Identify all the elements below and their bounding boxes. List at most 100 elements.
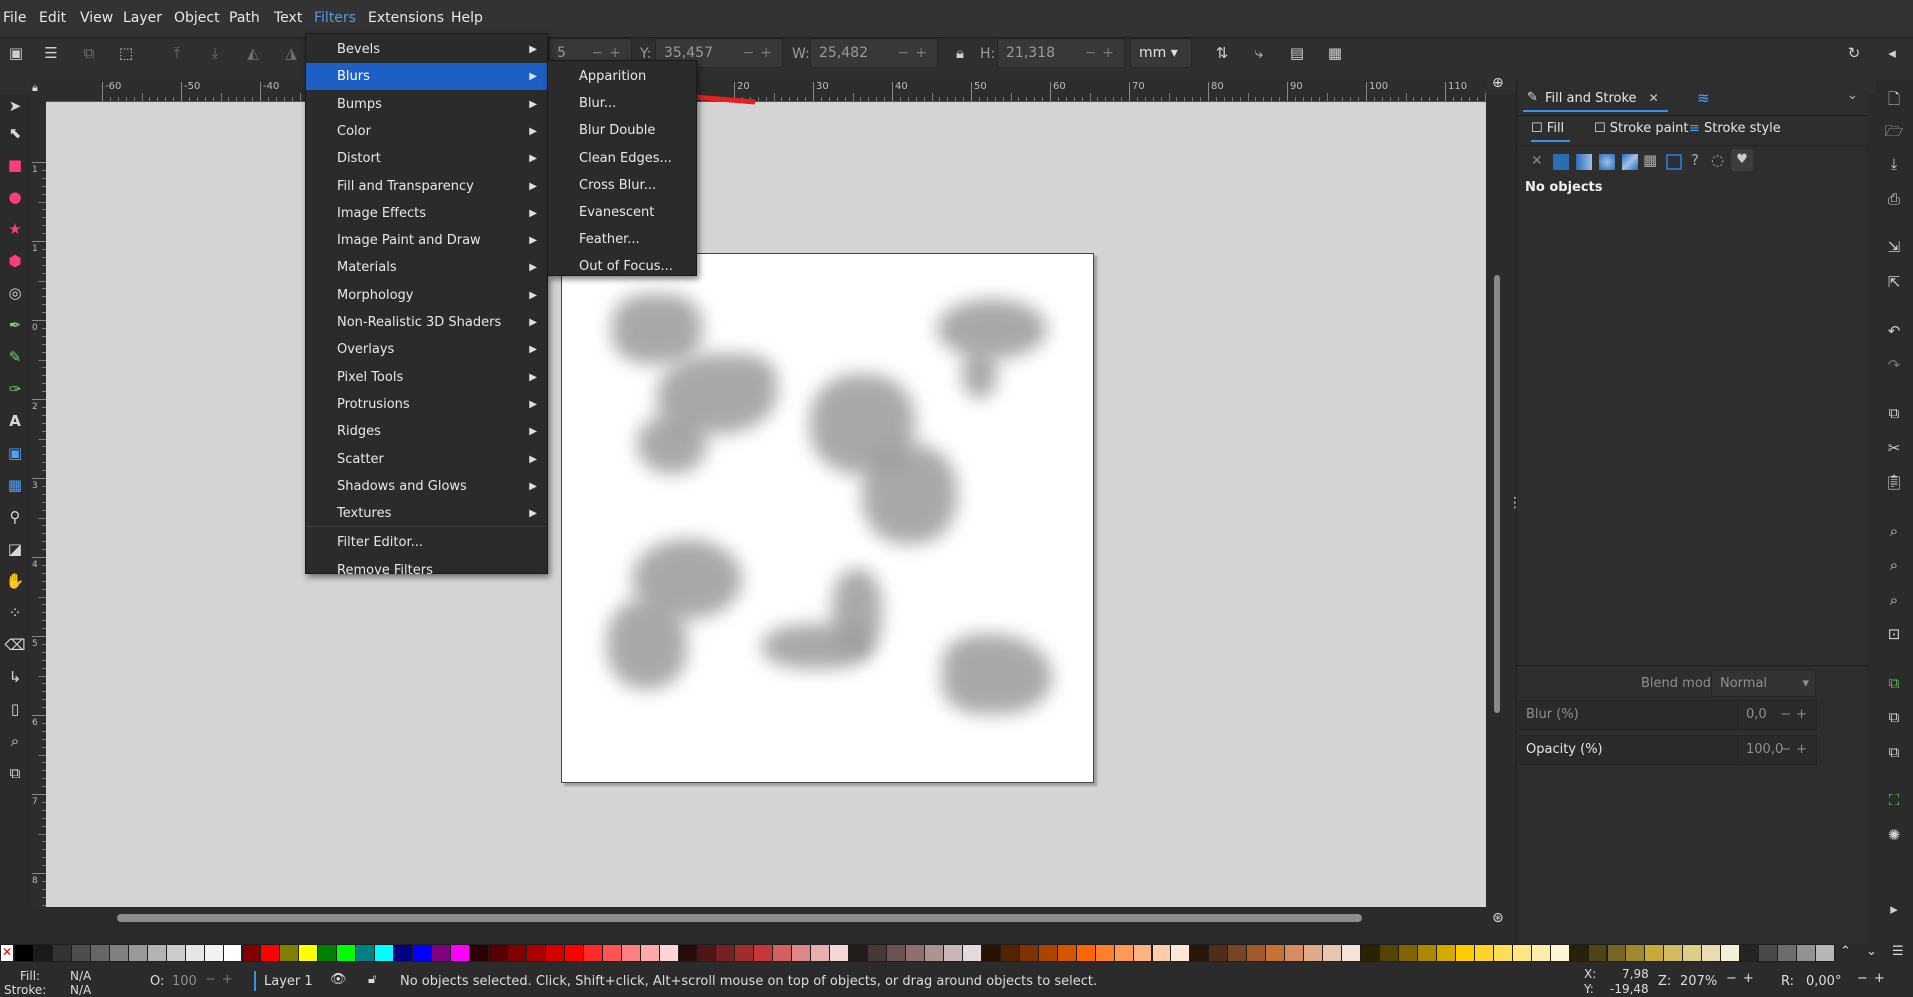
lock-ratio-icon[interactable]: 🔒︎ (949, 42, 971, 64)
zoom-stepper-icon[interactable]: −+ (1726, 971, 1760, 986)
copy-icon[interactable]: ⧉ (1883, 402, 1905, 424)
touch-select-icon[interactable]: ⬚ (115, 42, 137, 64)
color-swatch[interactable] (1208, 944, 1229, 962)
color-swatch[interactable] (1701, 944, 1722, 962)
color-swatch[interactable] (184, 944, 205, 962)
import-icon[interactable]: ⇲ (1883, 236, 1905, 258)
opacity-input[interactable]: 100,0 −+ (1737, 735, 1817, 765)
no-paint-swatch[interactable]: ✕ (0, 944, 14, 962)
color-swatch[interactable] (203, 944, 224, 962)
color-swatch[interactable] (1644, 944, 1665, 962)
blurs-submenu-item-blur-double[interactable]: Blur Double (548, 117, 696, 144)
select-all-icon[interactable]: ▣ (5, 42, 27, 64)
menu-layer[interactable]: Layer (123, 10, 162, 26)
color-swatch[interactable] (222, 944, 243, 962)
measure-tool-icon[interactable]: ⧉ (3, 761, 27, 785)
rectangle-tool-icon[interactable]: ■ (3, 153, 27, 177)
color-swatch[interactable] (525, 944, 546, 962)
color-swatch[interactable] (1360, 944, 1380, 962)
scale-stroke-icon[interactable]: ⇅ (1211, 42, 1233, 64)
blurs-submenu-item-blur[interactable]: Blur... (548, 90, 696, 117)
color-swatch[interactable] (279, 944, 300, 962)
w-stepper-icon[interactable]: −+ (898, 39, 933, 67)
color-swatch[interactable] (298, 944, 319, 962)
expand-commands-icon[interactable]: ▸ (1883, 898, 1905, 920)
color-swatch[interactable] (1492, 944, 1513, 962)
color-swatch[interactable] (1397, 944, 1418, 962)
color-swatch[interactable] (1322, 944, 1343, 962)
stroke-indicator-value[interactable]: N/A (70, 983, 91, 997)
color-swatch[interactable] (1530, 944, 1551, 962)
scale-corners-icon[interactable]: ⤷ (1248, 42, 1270, 64)
new-document-icon[interactable]: 🗋︎ (1883, 88, 1905, 110)
subtab-stroke-paint[interactable]: ☐ Stroke paint (1594, 121, 1689, 136)
menu-edit[interactable]: Edit (39, 10, 66, 26)
menu-view[interactable]: View (80, 10, 113, 26)
palette-scroll-down-icon[interactable]: ⌄ (1866, 944, 1877, 959)
color-swatch[interactable] (1682, 944, 1703, 962)
spiral-tool-icon[interactable]: ◎ (3, 281, 27, 305)
unit-select[interactable]: mm ▾ (1130, 38, 1192, 68)
gradient-tool-icon[interactable]: ▣ (3, 441, 27, 465)
color-swatch[interactable] (70, 944, 91, 962)
color-swatch[interactable] (146, 944, 167, 962)
color-swatch[interactable] (14, 944, 34, 962)
selector-tool-icon[interactable]: ➤ (3, 94, 27, 118)
unset-paint-icon[interactable]: ? (1691, 151, 1699, 169)
color-swatch[interactable] (677, 944, 698, 962)
blurs-submenu-item-apparition[interactable]: Apparition (548, 63, 696, 90)
filters-menu-item-distort[interactable]: Distort ▶ (306, 145, 547, 172)
zoom-correction-icon[interactable]: ⊕ (1492, 75, 1504, 91)
raise-to-top-icon[interactable]: ⤒ (166, 42, 188, 64)
paint-bucket-tool-icon[interactable]: ◪ (3, 537, 27, 561)
color-swatch[interactable] (506, 944, 527, 962)
zoom-value[interactable]: 207% (1680, 974, 1717, 989)
color-swatch[interactable] (639, 944, 660, 962)
color-swatch[interactable] (108, 944, 129, 962)
color-swatch[interactable] (317, 944, 338, 962)
unlink-clone-icon[interactable]: ⧉ (1883, 741, 1905, 763)
color-swatch[interactable] (601, 944, 622, 962)
color-swatch[interactable] (905, 944, 925, 962)
mesh-gradient-icon[interactable] (1622, 154, 1638, 170)
color-swatch[interactable] (487, 944, 508, 962)
color-swatch[interactable] (1151, 944, 1172, 962)
3d-box-tool-icon[interactable]: ⬢ (3, 249, 27, 273)
color-swatch[interactable] (848, 944, 869, 962)
color-swatch[interactable] (1606, 944, 1627, 962)
y-stepper-icon[interactable]: −+ (743, 39, 778, 67)
zoom-tool-icon[interactable]: ⌕ (3, 729, 27, 753)
color-swatch[interactable] (1341, 944, 1362, 962)
color-swatch[interactable] (563, 944, 584, 962)
filters-menu-item-materials[interactable]: Materials ▶ (306, 254, 547, 281)
color-swatch[interactable] (924, 944, 944, 962)
color-swatch[interactable] (412, 944, 433, 962)
ungroup-icon[interactable]: ✺ (1883, 824, 1905, 846)
blurs-submenu-item-feather[interactable]: Feather... (548, 226, 696, 253)
layer-lock-icon[interactable]: 🔓︎ (368, 972, 376, 987)
blur-stepper-icon[interactable]: −+ (1780, 707, 1812, 722)
color-swatch[interactable] (1796, 944, 1817, 962)
color-swatch[interactable] (241, 944, 262, 962)
color-swatch[interactable] (336, 944, 357, 962)
color-swatch[interactable] (32, 944, 53, 962)
deselect-icon[interactable]: ⧉ (78, 42, 100, 64)
undo-icon[interactable]: ↶ (1883, 320, 1905, 342)
color-swatch[interactable] (374, 944, 395, 962)
menu-filters[interactable]: Filters (314, 10, 356, 26)
color-swatch[interactable] (355, 944, 376, 962)
color-swatch[interactable] (1777, 944, 1798, 962)
blur-input[interactable]: 0,0 −+ (1737, 700, 1817, 730)
color-swatch[interactable] (431, 944, 452, 962)
blurs-submenu-item-cross-blur[interactable]: Cross Blur... (548, 172, 696, 199)
color-swatch[interactable] (450, 944, 470, 962)
flip-horizontal-icon[interactable]: ◭ (242, 42, 264, 64)
palette-menu-icon[interactable]: ☰ (1892, 944, 1904, 959)
spray-tool-icon[interactable]: ⁘ (3, 601, 27, 625)
filters-menu-item-fill-and-transparency[interactable]: Fill and Transparency ▶ (306, 173, 547, 200)
filters-menu-item-blurs[interactable]: Blurs ▶ (306, 63, 547, 91)
pencil-tool-icon[interactable]: ✎ (3, 345, 27, 369)
flat-color-icon[interactable] (1553, 154, 1569, 170)
opacity-value[interactable]: 100 (172, 974, 197, 989)
color-swatch[interactable] (1587, 944, 1608, 962)
